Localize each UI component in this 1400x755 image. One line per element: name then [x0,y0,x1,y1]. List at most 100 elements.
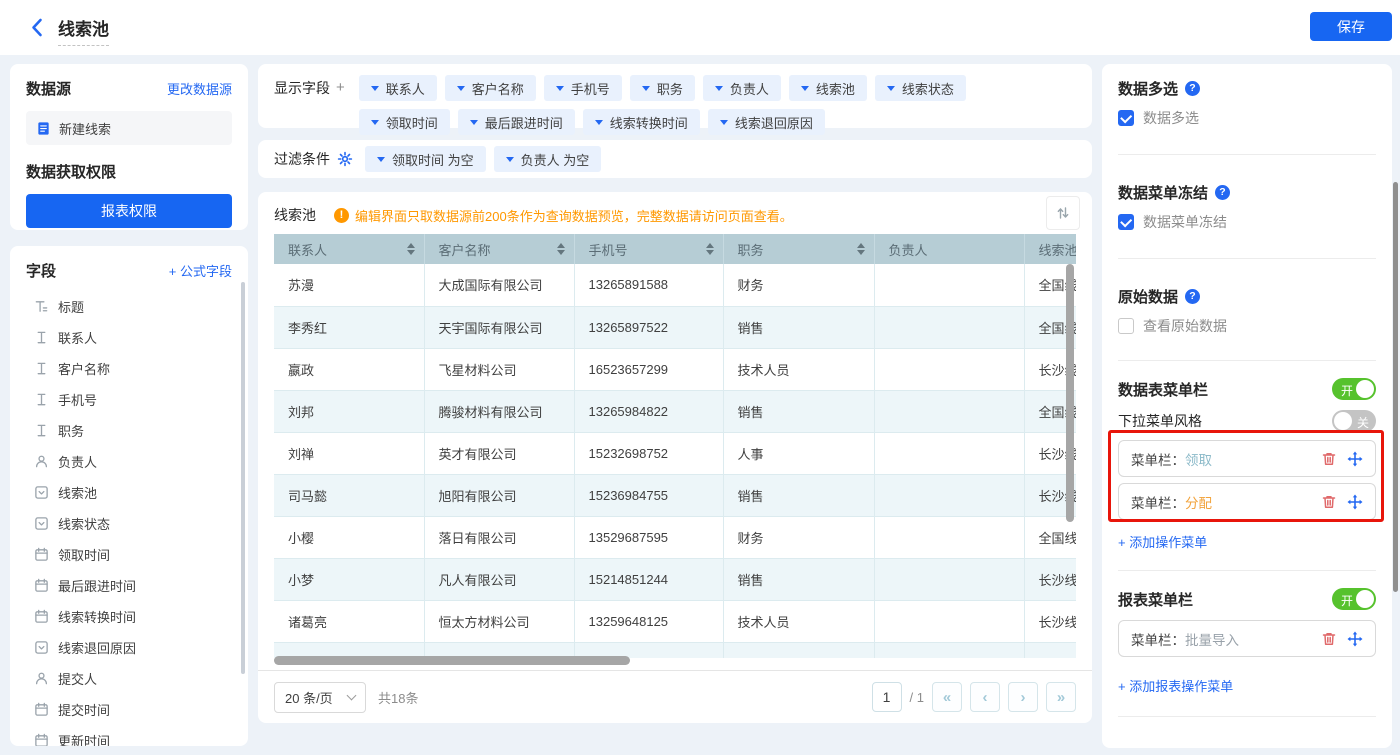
menu-bar-item-value: 分配 [1185,496,1212,511]
trash-icon[interactable] [1321,631,1337,647]
add-action-menu-link[interactable]: + 添加操作菜单 [1118,532,1376,551]
next-page-button[interactable]: › [1008,682,1038,712]
report-menu-toggle[interactable]: 开 [1332,588,1376,610]
field-item[interactable]: 提交人 [26,663,232,694]
field-item[interactable]: 手机号 [26,384,232,415]
filter-condition-tag[interactable]: 领取时间 为空 [365,146,486,172]
column-header-label: 联系人 [288,243,327,258]
column-header[interactable]: 职务 [723,234,874,264]
column-header[interactable]: 联系人 [274,234,424,264]
menu-bar-item[interactable]: 菜单栏：分配 [1118,483,1376,520]
display-field-tag[interactable]: 线索池 [789,75,867,101]
sort-arrows-icon[interactable] [557,243,565,255]
column-header[interactable]: 线索池 [1024,234,1076,264]
pagination-bar: 20 条/页 共18条 1 / 1 « ‹ › » [258,670,1092,723]
page-title[interactable]: 线索池 [58,15,109,46]
move-icon[interactable] [1347,451,1363,467]
add-formula-field-link[interactable]: + 公式字段 [169,261,232,280]
data-table: 联系人 客户名称手机号职务负责人线索池 苏漫大成国际有限公司13265891588… [274,234,1076,658]
datasource-item[interactable]: 新建线索 [26,111,232,145]
table-row[interactable]: 刘邦腾骏材料有限公司13265984822销售全国线索池 [274,390,1076,432]
field-item[interactable]: 联系人 [26,322,232,353]
field-item[interactable]: 线索状态 [26,508,232,539]
sort-arrows-icon[interactable] [407,243,415,255]
menu-freeze-checkbox[interactable] [1118,214,1134,230]
prev-page-button[interactable]: ‹ [970,682,1000,712]
column-header[interactable]: 手机号 [574,234,723,264]
trash-icon[interactable] [1321,494,1337,510]
sort-arrows-icon[interactable] [857,243,865,255]
table-row[interactable]: 嬴政飞星材料公司16523657299技术人员长沙线索池 [274,348,1076,390]
display-field-tag[interactable]: 线索状态 [875,75,966,101]
field-item[interactable]: 最后跟进时间 [26,570,232,601]
multi-select-checkbox-row[interactable]: 数据多选 [1118,108,1376,128]
table-cell: 嬴政 [274,348,424,390]
page-size-select[interactable]: 20 条/页 [274,682,366,713]
display-field-tag[interactable]: 联系人 [359,75,437,101]
save-button[interactable]: 保存 [1310,12,1392,41]
table-horizontal-scrollbar[interactable] [274,656,630,665]
table-menu-toggle[interactable]: 开 [1332,378,1376,400]
trash-icon[interactable] [1321,451,1337,467]
table-row[interactable]: 诸葛亮恒太方材料公司13259648125技术人员长沙线索池 [274,600,1076,642]
help-icon[interactable] [1185,81,1200,96]
display-field-tag[interactable]: 最后跟进时间 [458,109,575,135]
menu-freeze-checkbox-row[interactable]: 数据菜单冻结 [1118,212,1376,232]
field-item[interactable]: 标题 [26,291,232,322]
move-icon[interactable] [1347,494,1363,510]
table-row[interactable]: 小梦凡人有限公司15214851244销售长沙线索池 [274,558,1076,600]
field-item[interactable]: 职务 [26,415,232,446]
multi-select-section-title: 数据多选 [1118,78,1376,99]
field-item[interactable]: 线索池 [26,477,232,508]
help-icon[interactable] [1215,185,1230,200]
display-field-tag[interactable]: 线索转换时间 [583,109,700,135]
display-field-tag[interactable]: 领取时间 [359,109,450,135]
gear-icon[interactable] [337,151,353,167]
raw-data-checkbox[interactable] [1118,318,1134,334]
field-item[interactable]: 线索退回原因 [26,632,232,663]
add-report-action-menu-link[interactable]: + 添加报表操作菜单 [1118,676,1376,695]
back-icon[interactable] [26,15,50,39]
page-scrollbar[interactable] [1393,182,1398,592]
column-header[interactable]: 负责人 [874,234,1024,264]
column-header[interactable]: 客户名称 [424,234,574,264]
change-datasource-link[interactable]: 更改数据源 [167,79,232,98]
display-field-tag[interactable]: 负责人 [703,75,781,101]
sort-arrows-icon[interactable] [706,243,714,255]
table-row[interactable]: 刘禅英才有限公司15232698752人事长沙线索池 [274,432,1076,474]
dropdown-style-toggle[interactable]: 关 [1332,410,1376,432]
raw-data-checkbox-row[interactable]: 查看原始数据 [1118,316,1376,336]
field-item[interactable]: 负责人 [26,446,232,477]
table-cell: 财务 [723,516,874,558]
first-page-button[interactable]: « [932,682,962,712]
table-menu-title: 数据表菜单栏 [1118,379,1208,400]
sort-desc-icon [857,250,865,255]
help-icon[interactable] [1185,289,1200,304]
table-vertical-scrollbar[interactable] [1066,264,1074,522]
display-field-tag[interactable]: 手机号 [544,75,622,101]
move-icon[interactable] [1347,631,1363,647]
table-row[interactable]: 李秀红天宇国际有限公司13265897522销售全国线索池 [274,306,1076,348]
field-item[interactable]: 线索转换时间 [26,601,232,632]
menu-bar-item[interactable]: 菜单栏：领取 [1118,440,1376,477]
table-row[interactable]: 小樱落日有限公司13529687595财务全国线索池 [274,516,1076,558]
add-display-field-button[interactable]: + [336,75,345,101]
current-page-input[interactable]: 1 [872,682,902,712]
field-item[interactable]: 更新时间 [26,725,232,746]
fields-scrollbar[interactable] [241,282,245,674]
display-field-tag[interactable]: 客户名称 [445,75,536,101]
display-field-tag[interactable]: 线索退回原因 [708,109,825,135]
report-permission-button[interactable]: 报表权限 [26,194,232,228]
multi-select-checkbox[interactable] [1118,110,1134,126]
table-row[interactable]: 司马懿旭阳有限公司15236984755销售长沙线索池 [274,474,1076,516]
display-field-tag-label: 手机号 [571,79,610,98]
field-item[interactable]: 客户名称 [26,353,232,384]
sort-order-button[interactable] [1046,196,1080,230]
filter-condition-tag[interactable]: 负责人 为空 [494,146,602,172]
display-field-tag[interactable]: 职务 [630,75,695,101]
menu-bar-item[interactable]: 菜单栏：批量导入 [1118,620,1376,657]
field-item[interactable]: 领取时间 [26,539,232,570]
table-row[interactable]: 苏漫大成国际有限公司13265891588财务全国线索池 [274,264,1076,306]
last-page-button[interactable]: » [1046,682,1076,712]
field-item[interactable]: 提交时间 [26,694,232,725]
